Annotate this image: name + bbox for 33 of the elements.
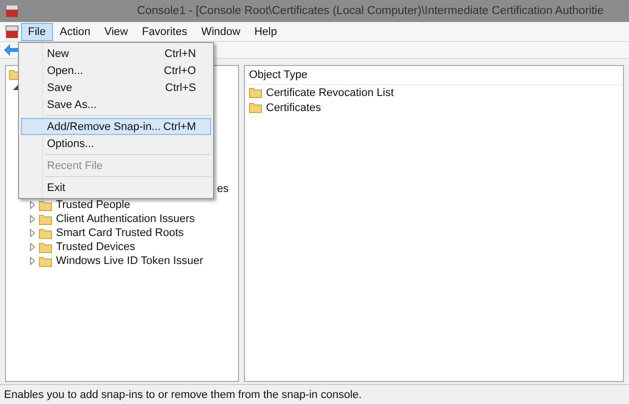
menu-item[interactable]: Options... [21,135,211,152]
menu-item[interactable]: New Ctrl+N [21,45,211,62]
folder-icon [249,87,262,98]
folder-icon [39,228,52,238]
tree-item[interactable]: Trusted People [56,199,130,211]
menu-item[interactable]: Favorites [134,22,194,40]
menu-item[interactable]: Add/Remove Snap-in... Ctrl+M [21,118,211,135]
list-item[interactable]: Certificate Revocation List [266,86,394,98]
folder-icon [249,102,262,113]
menu-item[interactable]: Save As... [21,96,211,113]
menu-item[interactable]: Open... Ctrl+O [21,62,211,79]
tree-item[interactable]: es [217,183,229,195]
menu-item[interactable]: View [97,22,135,40]
menu-item[interactable]: Save Ctrl+S [21,79,211,96]
folder-icon [39,256,52,266]
menu-item[interactable]: File [21,22,53,40]
list-item[interactable]: Certificates [266,102,322,114]
menu-item[interactable]: Window [194,22,248,40]
console-icon[interactable] [5,24,19,38]
column-header[interactable]: Object Type [249,69,308,81]
tree-item[interactable]: Trusted Devices [56,241,136,253]
status-text: Enables you to add snap-ins to or remove them from the snap-in console. [4,388,362,400]
menu-item[interactable]: Action [52,22,98,40]
folder-icon [39,242,52,252]
tree-item[interactable]: Smart Card Trusted Roots [56,227,184,239]
folder-icon [39,214,52,224]
menu-item[interactable]: Help [247,22,284,40]
menu-item[interactable]: Exit [21,179,211,196]
console-icon[interactable] [5,4,19,18]
tree-item[interactable]: Client Authentication Issuers [56,213,195,225]
window-title: Console1 - [Console Root\Certificates (Local Computer)\Intermediate Certification Authoritie [137,5,604,17]
tree-item[interactable]: Windows Live ID Token Issuer [56,255,204,267]
back-arrow-icon[interactable] [4,44,18,56]
